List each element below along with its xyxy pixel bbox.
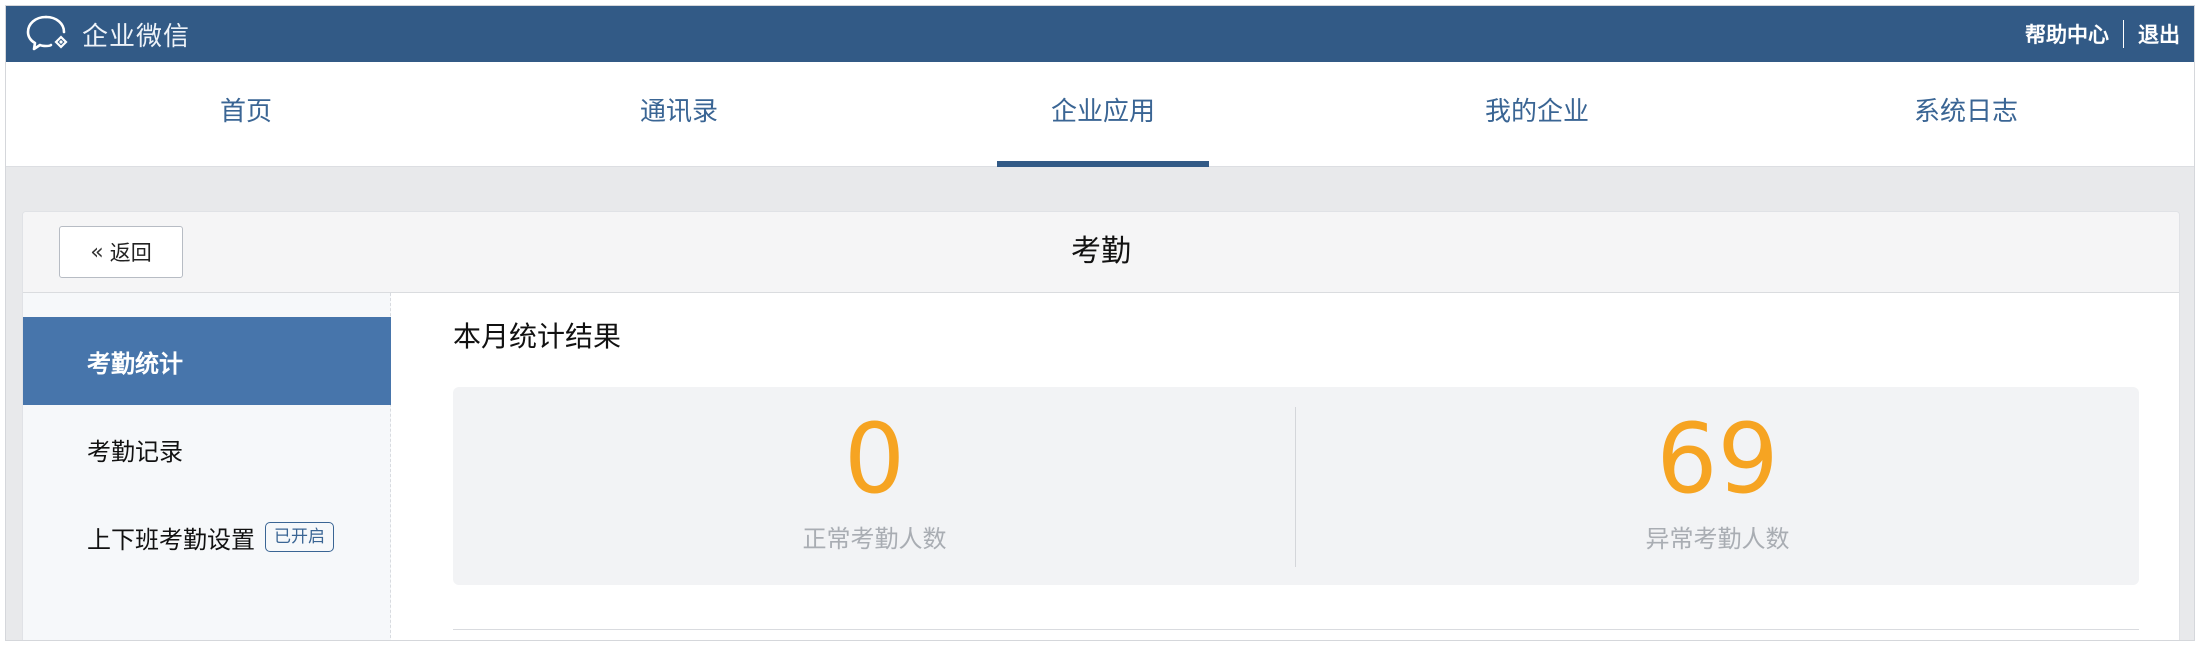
sidebar-item-shift-settings[interactable]: 上下班考勤设置 已开启 <box>23 493 391 581</box>
brand[interactable]: 企业微信 <box>26 12 190 56</box>
back-button[interactable]: « 返回 <box>59 226 183 278</box>
sidebar-item-label: 考勤记录 <box>87 437 183 466</box>
sidebar-item-label: 考勤统计 <box>87 349 183 378</box>
attendance-card: 考勤 « 返回 考勤统计 考勤记录 上下班考勤设置 已开启 本月统计结果 0 正… <box>22 211 2180 640</box>
main-nav: 首页 通讯录 企业应用 我的企业 系统日志 <box>6 62 2194 167</box>
top-links-divider <box>2123 20 2124 48</box>
page-title: 考勤 <box>1071 234 1131 269</box>
sidebar: 考勤统计 考勤记录 上下班考勤设置 已开启 <box>23 293 391 640</box>
status-badge: 已开启 <box>265 522 334 552</box>
wechat-work-logo-icon <box>26 14 70 54</box>
nav-item-enterprise-apps[interactable]: 企业应用 <box>997 62 1209 167</box>
main-content: 本月统计结果 0 正常考勤人数 69 异常考勤人数 <box>391 293 2179 640</box>
stats-panel: 0 正常考勤人数 69 异常考勤人数 <box>453 387 2139 585</box>
nav-item-my-enterprise[interactable]: 我的企业 <box>1387 62 1687 167</box>
back-button-label: 返回 <box>109 241 152 265</box>
stat-label: 异常考勤人数 <box>1645 525 1790 553</box>
stat-label: 正常考勤人数 <box>802 525 947 553</box>
logout-link[interactable]: 退出 <box>2138 19 2180 49</box>
help-center-link[interactable]: 帮助中心 <box>2025 19 2109 49</box>
stat-normal-attendance: 0 正常考勤人数 <box>453 387 1296 585</box>
nav-item-system-log[interactable]: 系统日志 <box>1816 62 2116 167</box>
nav-item-home[interactable]: 首页 <box>96 62 396 167</box>
sidebar-item-attendance-stats[interactable]: 考勤统计 <box>23 317 391 405</box>
divider <box>453 629 2139 630</box>
stat-value: 0 <box>843 403 906 515</box>
top-links: 帮助中心 退出 <box>2025 6 2180 62</box>
section-title: 本月统计结果 <box>453 320 622 353</box>
card-header: 考勤 « 返回 <box>23 212 2179 293</box>
double-chevron-left-icon: « <box>90 239 104 265</box>
sidebar-item-attendance-records[interactable]: 考勤记录 <box>23 405 391 493</box>
stat-abnormal-attendance[interactable]: 69 异常考勤人数 <box>1296 387 2139 585</box>
nav-item-contacts[interactable]: 通讯录 <box>529 62 829 167</box>
app-window: 企业微信 帮助中心 退出 首页 通讯录 企业应用 我的企业 系统日志 考勤 « … <box>5 5 2195 641</box>
stat-value: 69 <box>1656 403 1779 515</box>
top-bar: 企业微信 帮助中心 退出 <box>6 6 2194 62</box>
sidebar-item-label: 上下班考勤设置 <box>87 525 255 554</box>
brand-name: 企业微信 <box>82 21 191 52</box>
